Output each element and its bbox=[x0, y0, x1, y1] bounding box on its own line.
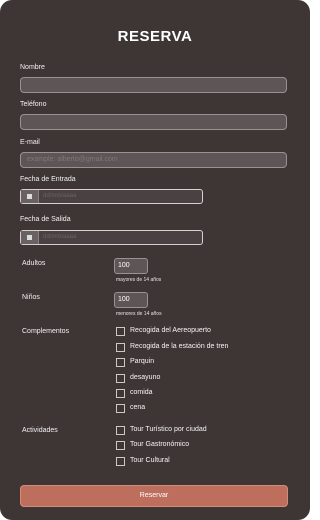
checkbox-icon[interactable] bbox=[116, 389, 125, 398]
salida-placeholder: dd/mm/aaaa bbox=[43, 234, 77, 240]
telefono-input[interactable] bbox=[20, 114, 287, 130]
salida-label: Fecha de Salida bbox=[20, 216, 71, 223]
adultos-input[interactable]: 100 bbox=[114, 258, 148, 274]
email-input[interactable]: example: alberto@gmail.com bbox=[20, 152, 287, 168]
nombre-input[interactable] bbox=[20, 77, 287, 93]
ninos-label: Niños bbox=[22, 294, 40, 301]
reservation-form: RESERVA Nombre Teléfono E-mail example: … bbox=[0, 0, 310, 520]
ninos-input[interactable]: 100 bbox=[114, 292, 148, 308]
ninos-hint: menores de 14 años bbox=[116, 311, 162, 317]
checkbox-icon[interactable] bbox=[116, 404, 125, 413]
reservar-button[interactable]: Reservar bbox=[20, 485, 288, 507]
actividades-label: Actividades bbox=[22, 427, 58, 434]
checkbox-icon[interactable] bbox=[116, 327, 125, 336]
telefono-label: Teléfono bbox=[20, 101, 47, 108]
salida-date-input[interactable]: dd/mm/aaaa bbox=[20, 230, 203, 245]
checkbox-icon[interactable] bbox=[116, 441, 125, 450]
checkbox-icon[interactable] bbox=[116, 426, 125, 435]
calendar-icon[interactable] bbox=[21, 190, 39, 203]
checkbox-icon[interactable] bbox=[116, 343, 125, 352]
nombre-label: Nombre bbox=[20, 64, 45, 71]
adultos-hint: mayores de 14 años bbox=[116, 277, 162, 283]
checkbox-icon[interactable] bbox=[116, 374, 125, 383]
form-title: RESERVA bbox=[117, 28, 193, 45]
complementos-label: Complementos bbox=[22, 328, 70, 335]
checkbox-icon[interactable] bbox=[116, 358, 125, 367]
calendar-icon[interactable] bbox=[21, 231, 39, 244]
email-label: E-mail bbox=[20, 139, 40, 146]
checkbox-icon[interactable] bbox=[116, 457, 125, 466]
adultos-label: Adultos bbox=[22, 260, 46, 267]
entrada-label: Fecha de Entrada bbox=[20, 176, 76, 183]
entrada-date-input[interactable]: dd/mm/aaaa bbox=[20, 189, 203, 204]
entrada-placeholder: dd/mm/aaaa bbox=[43, 193, 77, 199]
